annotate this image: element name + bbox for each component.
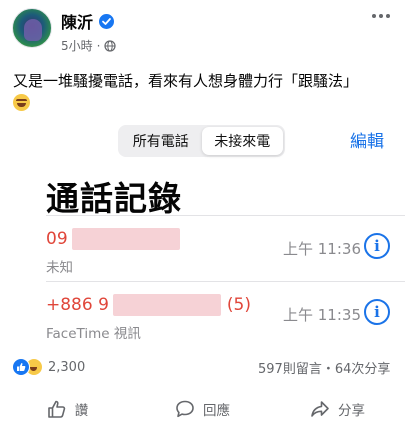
post-meta: 5小時 · (61, 37, 117, 54)
comment-icon (176, 400, 194, 418)
author-name[interactable]: 陳沂 (61, 9, 93, 33)
call-number: 09 (46, 228, 180, 250)
redaction-block (71, 228, 180, 250)
like-reaction-icon (12, 358, 30, 376)
call-row: +886 9 (5) FaceTime 視訊 上午 11:35 i (46, 281, 405, 347)
post-text: 又是一堆騷擾電話，看來有人想身體力行「跟騷法」 (13, 70, 398, 114)
tab-all-calls: 所有電話 (132, 134, 189, 150)
call-row: 09 未知 上午 11:36 i (46, 215, 405, 281)
tab-missed-calls: 未接來電 (201, 127, 283, 155)
post-time[interactable]: 5小時 (61, 37, 93, 54)
redaction-block (112, 294, 221, 316)
segmented-control: 所有電話 未接來電 (118, 125, 285, 157)
verified-badge-icon (99, 13, 115, 29)
reaction-count: 2,300 (48, 359, 86, 375)
post-body: 又是一堆騷擾電話，看來有人想身體力行「跟騷法」 (13, 72, 359, 90)
call-number-text: 09 (46, 229, 68, 249)
call-subtitle: FaceTime 視訊 (46, 326, 141, 342)
laughing-emoji-icon (13, 94, 30, 111)
action-bar: 讚 回應 分享 (0, 393, 405, 425)
reactions-summary[interactable]: 2,300 (12, 356, 85, 378)
globe-icon (104, 39, 117, 52)
avatar[interactable] (12, 8, 52, 48)
comments-shares-count[interactable]: 597則留言・64次分享 (258, 358, 390, 377)
comment-label: 回應 (203, 403, 230, 419)
share-label: 分享 (338, 403, 365, 419)
info-icon: i (364, 233, 390, 259)
like-label: 讚 (74, 403, 89, 419)
like-button[interactable]: 讚 (0, 393, 135, 425)
call-subtitle: 未知 (46, 260, 73, 276)
info-icon: i (364, 299, 390, 325)
call-number-text: +886 9 (46, 295, 109, 315)
meta-separator: · (96, 38, 101, 53)
share-button[interactable]: 分享 (270, 393, 405, 425)
comment-button[interactable]: 回應 (135, 393, 270, 425)
share-icon (311, 401, 329, 417)
post-header: 陳沂 5小時 · (0, 0, 405, 62)
call-time: 上午 11:36 (283, 240, 361, 258)
like-icon (47, 400, 65, 418)
call-log-title: 通話記錄 (46, 179, 182, 218)
call-log-screenshot[interactable]: 所有電話 未接來電 編輯 通話記錄 09 未知 上午 11:36 i +886 … (0, 117, 405, 345)
call-count: (5) (226, 295, 252, 315)
more-icon[interactable] (368, 8, 394, 24)
edit-button: 編輯 (350, 132, 384, 152)
call-number: +886 9 (5) (46, 294, 251, 316)
author-row: 陳沂 (61, 9, 115, 33)
call-time: 上午 11:35 (283, 306, 361, 324)
